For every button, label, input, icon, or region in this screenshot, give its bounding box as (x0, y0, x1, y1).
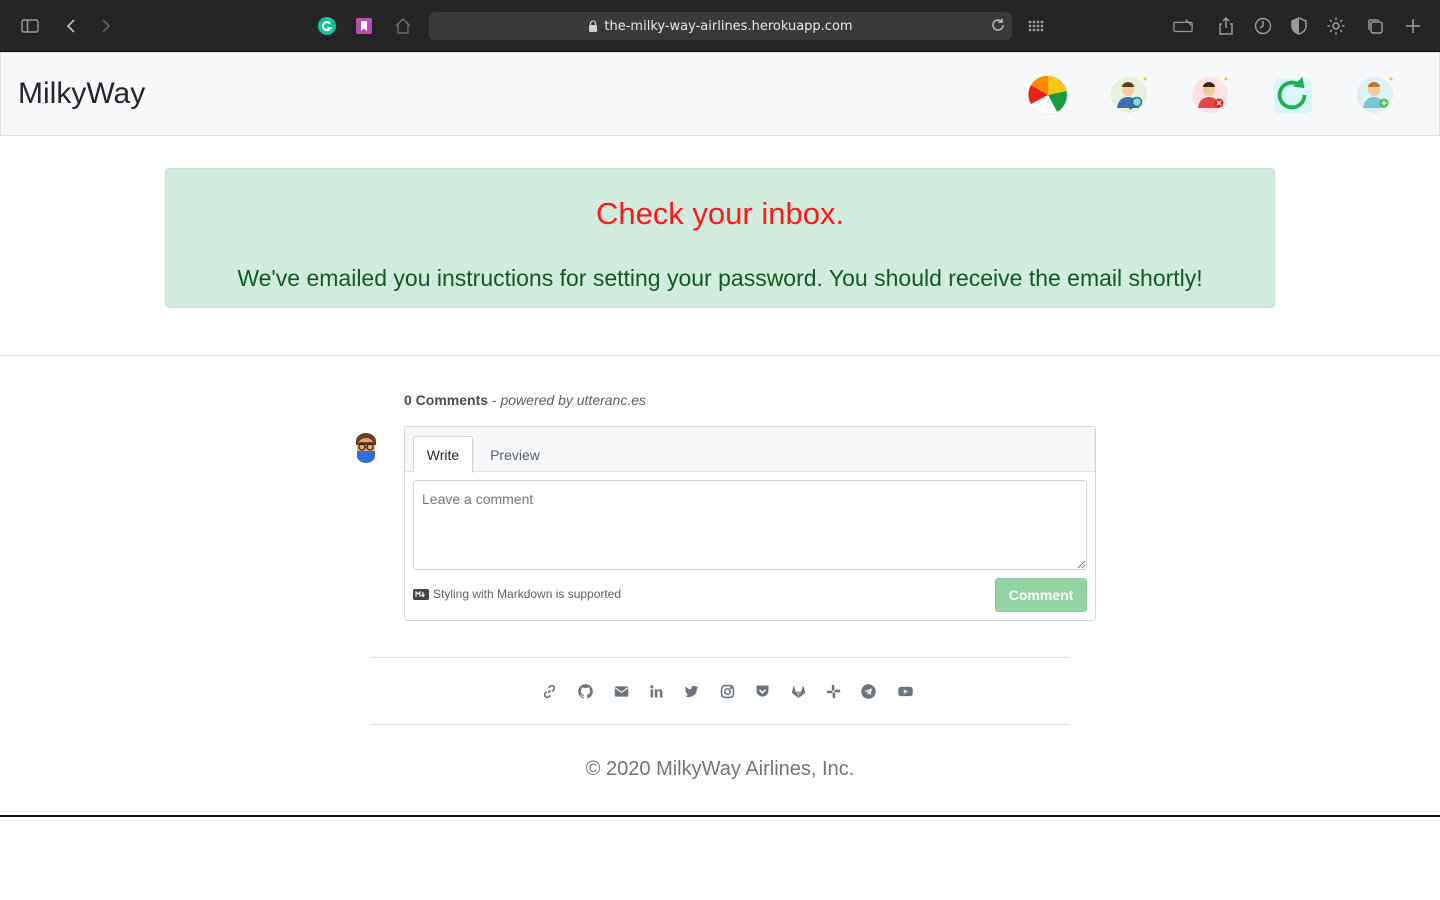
bookmark-extension-icon[interactable] (352, 14, 376, 38)
apps-grid-icon[interactable] (1024, 14, 1048, 38)
app-navbar: MilkyWay (0, 52, 1440, 136)
comments-count: 0 Comments (404, 392, 489, 408)
home-icon[interactable] (391, 14, 415, 38)
user-search-icon[interactable] (1107, 73, 1151, 117)
sidebar-toggle-icon[interactable] (18, 14, 42, 38)
slack-icon[interactable] (823, 681, 843, 701)
markdown-hint-text: Styling with Markdown is supported (433, 587, 622, 601)
email-icon[interactable] (611, 681, 631, 701)
back-icon[interactable] (59, 14, 83, 38)
refresh-icon[interactable] (1270, 73, 1314, 117)
page-bottom-border (0, 815, 1440, 817)
comments-header: 0 Comments - powered by utteranc.es (404, 392, 646, 408)
link-icon[interactable] (539, 681, 559, 701)
alert-title: Check your inbox. (595, 196, 845, 231)
keyboard-icon[interactable] (1171, 14, 1195, 38)
pie-chart-icon[interactable] (1026, 73, 1070, 117)
url-text: the-milky-way-airlines.herokuapp.com (604, 18, 853, 34)
browser-toolbar: the-milky-way-airlines.herokuapp.com (0, 0, 1440, 52)
settings-gear-icon[interactable] (1324, 14, 1348, 38)
tabs-overview-icon[interactable] (1363, 14, 1387, 38)
youtube-icon[interactable] (895, 681, 915, 701)
copyright-text: © 2020 MilkyWay Airlines, Inc. (585, 758, 855, 780)
github-icon[interactable] (575, 681, 595, 701)
linkedin-icon[interactable] (646, 681, 666, 701)
reload-icon[interactable] (990, 17, 1006, 33)
footer-divider-bottom (370, 724, 1070, 725)
privacy-shield-icon[interactable] (1287, 14, 1311, 38)
comment-form: Write Preview Styling with Markdown is s… (404, 426, 1096, 621)
pocket-icon[interactable] (752, 681, 772, 701)
twitter-icon[interactable] (681, 681, 701, 701)
instagram-icon[interactable] (717, 681, 737, 701)
tab-write[interactable]: Write (413, 436, 473, 473)
grammarly-icon[interactable] (315, 14, 339, 38)
footer-divider-top (370, 657, 1070, 658)
share-icon[interactable] (1214, 14, 1238, 38)
comment-input[interactable] (413, 480, 1087, 570)
telegram-icon[interactable] (858, 681, 878, 701)
new-tab-plus-icon[interactable] (1401, 14, 1425, 38)
history-icon[interactable] (1251, 14, 1275, 38)
section-divider (0, 355, 1440, 356)
powered-by-link[interactable]: powered by utteranc.es (500, 392, 646, 408)
lock-icon (588, 20, 598, 32)
tab-preview[interactable]: Preview (481, 436, 549, 473)
address-bar[interactable]: the-milky-way-airlines.herokuapp.com (429, 12, 1012, 40)
markdown-hint[interactable]: Styling with Markdown is supported (413, 587, 621, 601)
comment-tabs: Write Preview (405, 427, 1095, 473)
brand-logo-text[interactable]: MilkyWay (18, 77, 145, 111)
alert-message: We've emailed you instructions for setti… (237, 265, 1203, 291)
comment-submit-button[interactable]: Comment (995, 578, 1087, 612)
avatar[interactable] (352, 432, 380, 464)
user-add-icon[interactable] (1353, 73, 1397, 117)
forward-icon[interactable] (94, 14, 118, 38)
gitlab-icon[interactable] (788, 681, 808, 701)
markdown-icon (413, 588, 429, 600)
user-remove-icon[interactable] (1188, 73, 1232, 117)
